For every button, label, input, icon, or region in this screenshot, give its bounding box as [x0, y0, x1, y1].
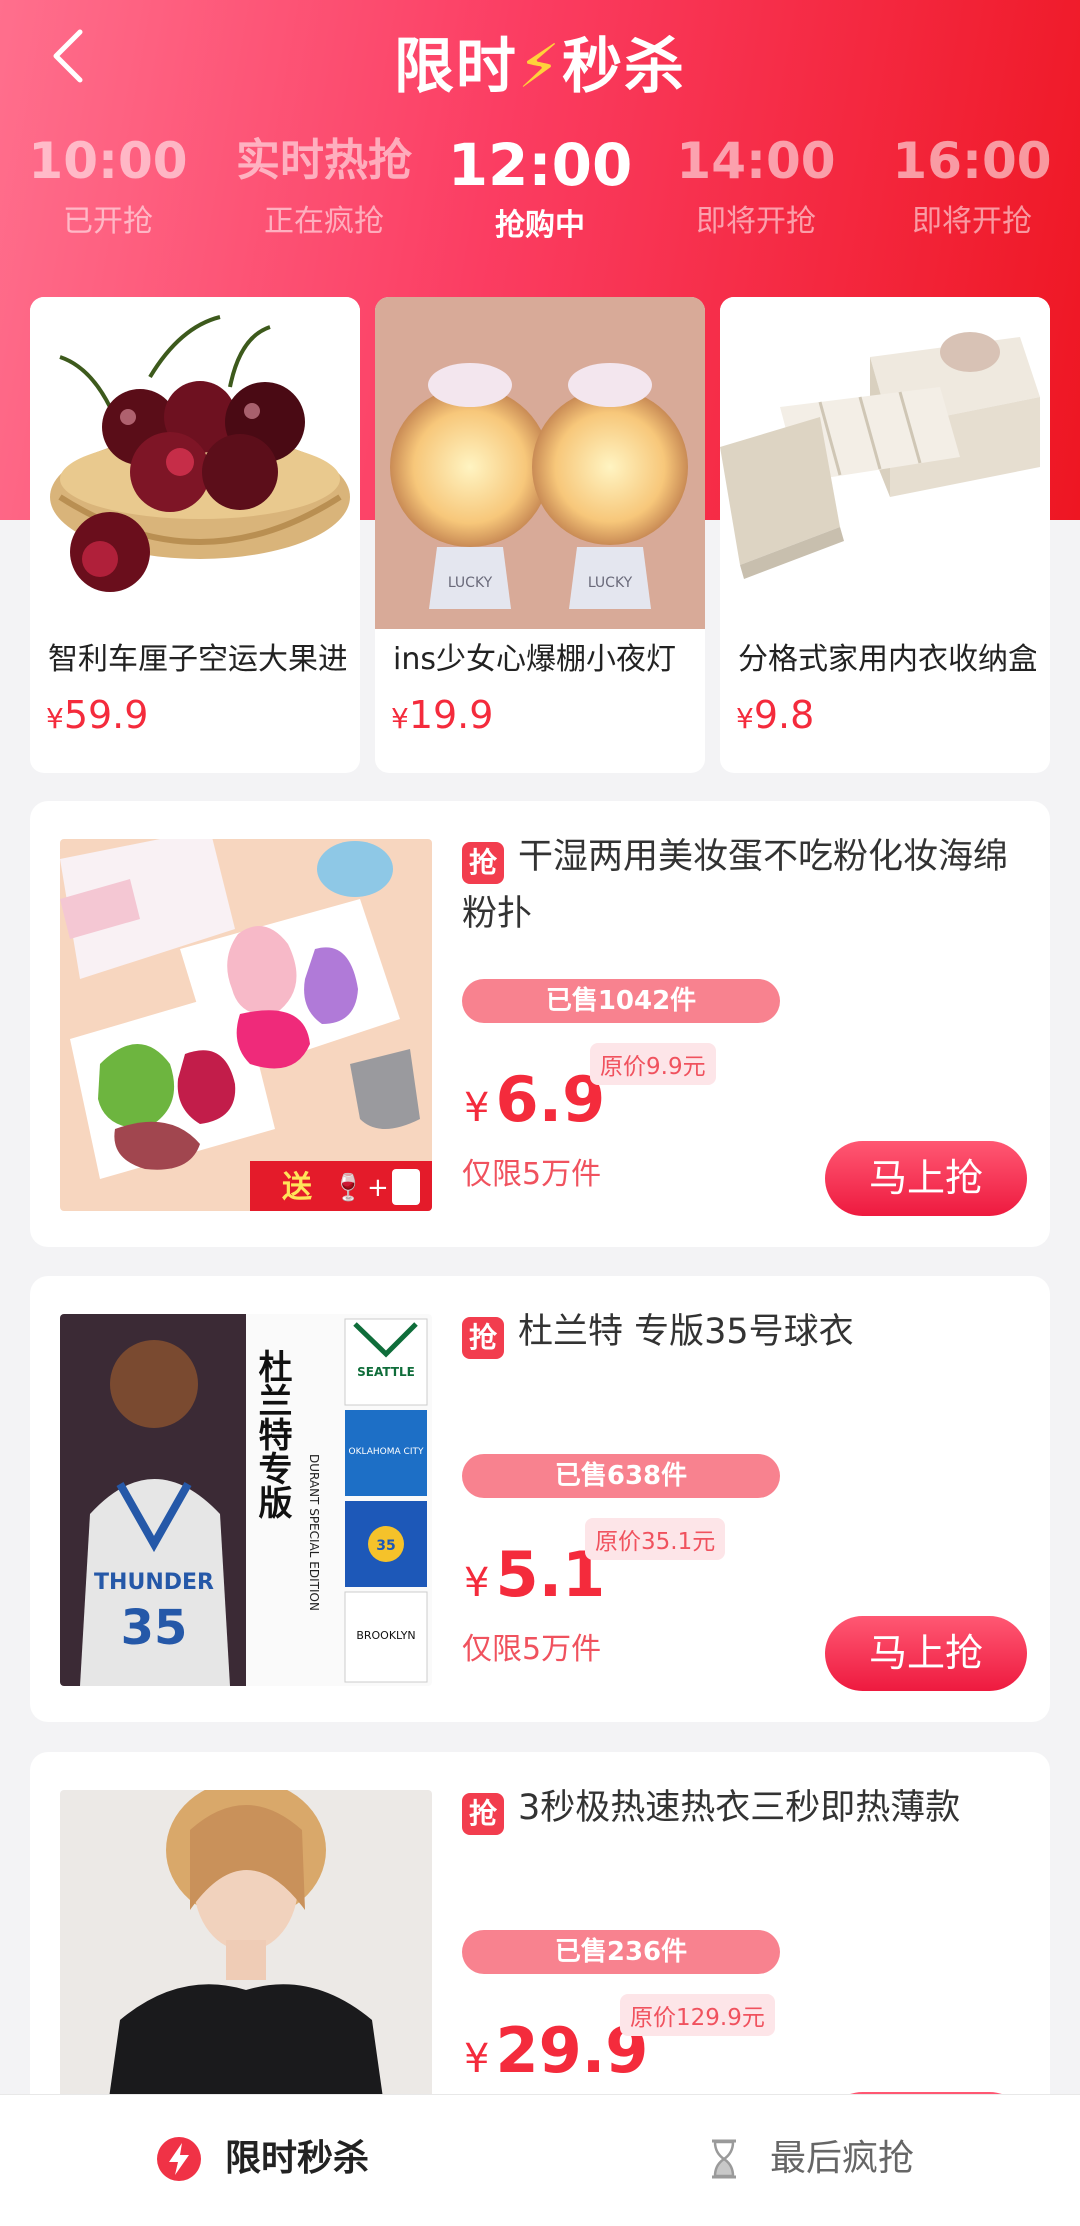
- buy-now-button[interactable]: 马上抢: [825, 1141, 1027, 1216]
- night-light-image: LUCKY LUCKY: [375, 297, 705, 629]
- time-slot-time: 16:00: [892, 132, 1052, 190]
- product-name: 抢 3秒极热速热衣三秒即热薄款: [462, 1780, 1032, 1837]
- featured-card-night-light[interactable]: LUCKY LUCKY ins少女心爆棚小夜灯 ¥19.9: [375, 297, 705, 773]
- svg-text:LUCKY: LUCKY: [588, 575, 633, 591]
- svg-text:SEATTLE: SEATTLE: [357, 1365, 415, 1379]
- hourglass-icon: [712, 2139, 736, 2179]
- time-slot-status: 正在疯抢: [264, 204, 384, 239]
- original-price: 原价9.9元: [590, 1043, 716, 1085]
- time-slot-1600[interactable]: 16:00 即将开抢: [872, 130, 1072, 240]
- product-card-sponge[interactable]: 送 🍷 + 抢干湿两用美妆蛋不吃粉化妆海绵粉扑 已售1042件 ¥6.9 原价9…: [30, 801, 1050, 1247]
- time-slot-time: 实时热抢: [236, 135, 412, 186]
- limit-text: 仅限5万件: [462, 1157, 602, 1192]
- svg-text:LUCKY: LUCKY: [448, 575, 493, 591]
- tab-label: 最后疯抢: [770, 2138, 915, 2179]
- time-slot-time: 10:00: [28, 132, 188, 190]
- time-slot-status: 已开抢: [63, 204, 153, 239]
- makeup-sponge-image: 送 🍷 +: [60, 839, 432, 1211]
- svg-text:35: 35: [376, 1538, 395, 1554]
- original-price: 原价129.9元: [620, 1994, 775, 2036]
- promo-label: 送: [282, 1170, 312, 1205]
- featured-card-storage[interactable]: 分格式家用内衣收纳盒 ¥9.8: [720, 297, 1050, 773]
- sold-count-badge: 已售236件: [462, 1930, 780, 1974]
- poster-title: 杜兰特专版: [252, 1349, 292, 1520]
- svg-text:THUNDER: THUNDER: [94, 1570, 214, 1595]
- title-lightning-icon: ⚡: [517, 32, 563, 102]
- product-name: 抢杜兰特 专版35号球衣: [462, 1304, 1032, 1361]
- jersey-poster-image: THUNDER 35 杜兰特专版 DURANT SPECIAL EDITION …: [60, 1314, 432, 1686]
- svg-text:35: 35: [121, 1600, 188, 1656]
- time-slot-time: 14:00: [676, 132, 836, 190]
- tab-label: 限时秒杀: [225, 2138, 370, 2179]
- featured-name: 智利车厘子空运大果进口新鲜水果: [48, 642, 346, 677]
- sold-count-badge: 已售638件: [462, 1454, 780, 1498]
- featured-name: 分格式家用内衣收纳盒: [738, 642, 1036, 677]
- featured-price: ¥9.8: [736, 693, 815, 737]
- flash-tag: 抢: [462, 1793, 504, 1835]
- product-card-jersey[interactable]: THUNDER 35 杜兰特专版 DURANT SPECIAL EDITION …: [30, 1276, 1050, 1722]
- lightning-icon: [157, 2137, 201, 2181]
- time-slot-time: 12:00: [447, 131, 633, 199]
- svg-text:OKLAHOMA CITY: OKLAHOMA CITY: [349, 1447, 424, 1457]
- time-slot-status: 即将开抢: [912, 204, 1032, 239]
- product-price: ¥6.9: [464, 1063, 606, 1136]
- time-slot-1000[interactable]: 10:00 已开抢: [8, 130, 208, 240]
- svg-text:🍷: 🍷: [332, 1172, 364, 1203]
- storage-box-image: [720, 297, 1050, 629]
- original-price: 原价35.1元: [585, 1518, 726, 1560]
- featured-card-cherries[interactable]: 智利车厘子空运大果进口新鲜水果 ¥59.9: [30, 297, 360, 773]
- time-slot-1400[interactable]: 14:00 即将开抢: [656, 130, 856, 240]
- flash-tag: 抢: [462, 1317, 504, 1359]
- sold-count-badge: 已售1042件: [462, 979, 780, 1023]
- page-title: 限时⚡秒杀: [393, 32, 687, 102]
- featured-price: ¥59.9: [46, 693, 149, 737]
- product-name: 抢干湿两用美妆蛋不吃粉化妆海绵粉扑: [462, 837, 1009, 934]
- limit-text: 仅限5万件: [462, 1632, 602, 1667]
- time-slot-live[interactable]: 实时热抢 正在疯抢: [224, 130, 424, 240]
- featured-price: ¥19.9: [391, 693, 494, 737]
- buy-now-button[interactable]: 马上抢: [825, 1616, 1027, 1691]
- cherries-image: [30, 297, 360, 629]
- svg-text:BROOKLYN: BROOKLYN: [356, 1629, 415, 1642]
- time-slot-status: 抢购中: [495, 208, 585, 243]
- time-slot-1200[interactable]: 12:00 抢购中: [440, 134, 640, 244]
- svg-text:+: +: [367, 1173, 389, 1203]
- poster-subtitle: DURANT SPECIAL EDITION: [307, 1454, 321, 1611]
- bottom-tab-bar: 限时秒杀 最后疯抢: [0, 2094, 1080, 2226]
- flash-tag: 抢: [462, 842, 504, 884]
- time-slot-status: 即将开抢: [696, 204, 816, 239]
- featured-name: ins少女心爆棚小夜灯: [393, 642, 676, 677]
